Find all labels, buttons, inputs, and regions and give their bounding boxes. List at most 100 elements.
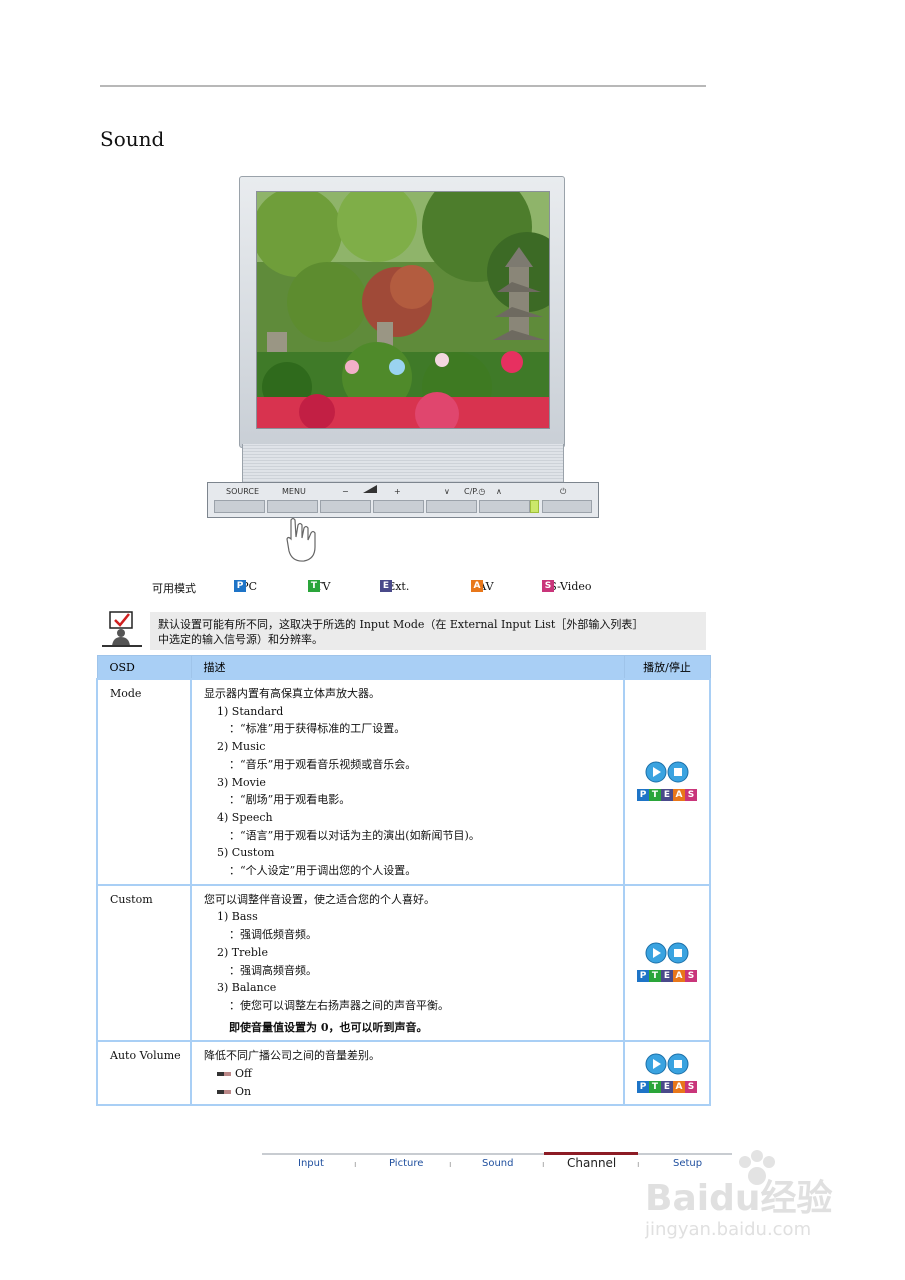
note-box: 默认设置可能有所不同，这取决于所选的 Input Mode（在 External…: [150, 612, 706, 650]
mode-badge-e: E: [661, 1080, 673, 1093]
mode-badge-s: S: [542, 580, 554, 592]
mode-ext: E : Ext.: [380, 580, 409, 593]
menu-button[interactable]: [267, 500, 318, 513]
setting-item: 2) Treble: [217, 945, 268, 959]
mode-badges: PTEAS: [625, 785, 709, 803]
setting-item: 4) Speech: [217, 810, 273, 824]
power-indicator-light: [530, 500, 539, 513]
setting-detail: ：强调高频音频。: [229, 963, 317, 977]
volume-minus-label: −: [342, 487, 349, 496]
setting-item: 5) Custom: [217, 846, 275, 860]
setting-item: 3) Balance: [217, 981, 277, 995]
note-line-2: 中选定的输入信号源）和分辨率。: [158, 633, 323, 646]
mode-badge-a: A: [673, 789, 685, 802]
menu-label: MENU: [282, 487, 306, 496]
description-cell: 您可以调整伴音设置，使之适合您的个人喜好。 1) Bass ：强调低频音频。 2) T…: [190, 883, 625, 1043]
svg-text:jingyan.baidu.com: jingyan.baidu.com: [645, 1219, 811, 1240]
volume-ramp-icon: [363, 485, 377, 496]
option-bullet-icon: [217, 1089, 231, 1094]
mode-badge-t: T: [308, 580, 320, 592]
monitor-status-leds: [470, 439, 540, 453]
setting-detail: ：使您可以调整左右扬声器之间的声音平衡。: [229, 998, 449, 1012]
note-line-1: 默认设置可能有所不同，这取决于所选的 Input Mode（在 External…: [158, 618, 644, 631]
setting-detail: ：“标准”用于获得标准的工厂设置。: [229, 722, 406, 736]
setting-detail: ：“音乐”用于观看音乐视频或音乐会。: [229, 757, 417, 771]
mode-badge-s: S: [685, 970, 697, 983]
channel-down-label: ∨: [444, 487, 450, 496]
description-intro: 您可以调整伴音设置，使之适合您的个人喜好。: [204, 892, 435, 906]
description-intro: 降低不同广播公司之间的音量差别。: [204, 1049, 380, 1063]
description-cell: 显示器内置有高保真立体声放大器。 1) Standard ：“标准”用于获得标准的工…: [190, 678, 625, 886]
nav-channel[interactable]: Channel: [567, 1156, 616, 1170]
nav-selected-marker: [544, 1152, 638, 1155]
mode-badge-t: T: [649, 789, 661, 802]
play-button-icon[interactable]: [642, 942, 692, 964]
nav-input[interactable]: Input: [298, 1158, 324, 1169]
note-icon: [100, 610, 144, 652]
play-stop-controls: PTEAS: [625, 1053, 709, 1095]
setting-item: 2) Music: [217, 740, 266, 754]
mode-badge-a: A: [471, 580, 483, 592]
mode-badge-t: T: [649, 970, 661, 983]
mode-badge-e: E: [661, 970, 673, 983]
mode-badge-a: A: [673, 970, 685, 983]
option-item: On: [204, 1083, 617, 1101]
mode-badge-a: A: [673, 1080, 685, 1093]
modes-label: 可用模式: [152, 582, 196, 595]
mode-pc: P : PC: [234, 580, 257, 593]
top-rule: [100, 85, 706, 87]
osd-cell: Mode: [96, 678, 192, 886]
header-osd: OSD: [96, 655, 192, 680]
setting-item: 1) Bass: [217, 910, 258, 924]
svg-text:Baidu经验: Baidu经验: [645, 1178, 832, 1219]
table-row: Custom 您可以调整伴音设置，使之适合您的个人喜好。 1) Bass ：强调低频音…: [96, 883, 711, 1043]
nav-separator: ı: [449, 1160, 452, 1170]
nav-separator: ı: [637, 1160, 640, 1170]
speaker-grille: [242, 444, 564, 483]
description-cell: 降低不同广播公司之间的音量差别。 Off On: [190, 1040, 625, 1107]
sound-settings-table: OSD 描述 播放/停止 Mode 显示器内置有高保真立体声放大器。 1) Stan…: [96, 655, 711, 1107]
play-stop-cell: PTEAS: [623, 1040, 711, 1107]
channel-up-button[interactable]: [479, 500, 530, 513]
mode-badge-p: P: [637, 970, 649, 983]
play-button-icon[interactable]: [642, 761, 692, 783]
play-stop-controls: PTEAS: [625, 942, 709, 984]
monitor-illustration: [239, 176, 565, 453]
option-bullet-icon: [217, 1072, 231, 1077]
mode-badge-s: S: [685, 789, 697, 802]
osd-cell: Auto Volume: [96, 1040, 192, 1107]
power-button[interactable]: [542, 500, 592, 513]
mode-av: A : AV: [471, 580, 494, 593]
header-description: 描述: [190, 655, 625, 680]
volume-up-button[interactable]: [373, 500, 424, 513]
mode-badge-p: P: [637, 789, 649, 802]
channel-down-button[interactable]: [426, 500, 477, 513]
setting-detail: ：“剧场”用于观看电影。: [229, 793, 351, 807]
cp-label: C/P.◷: [464, 487, 486, 496]
mode-badge-p: P: [234, 580, 246, 592]
setting-detail: ：“个人设定”用于调出您的个人设置。: [229, 864, 417, 878]
page-title: Sound: [100, 127, 165, 151]
setting-item: 1) Standard: [217, 704, 284, 718]
monitor-screen-image: [256, 191, 550, 429]
nav-separator: ı: [542, 1160, 545, 1170]
volume-down-button[interactable]: [320, 500, 371, 513]
description-intro: 显示器内置有高保真立体声放大器。: [204, 687, 380, 700]
setting-detail: ：“语言”用于观看以对话为主的演出(如新闻节目)。: [229, 828, 480, 842]
play-button-icon[interactable]: [642, 1053, 692, 1075]
nav-sound[interactable]: Sound: [482, 1158, 514, 1169]
mode-svideo: S : S-Video: [542, 580, 592, 593]
emphasis-note: 即使音量值设置为 0，也可以听到声音。: [229, 1020, 428, 1034]
mode-badges: PTEAS: [625, 1077, 709, 1095]
setting-detail: ：强调低频音频。: [229, 928, 317, 942]
osd-cell: Custom: [96, 883, 192, 1043]
setting-item: 3) Movie: [217, 775, 266, 789]
mode-badge-e: E: [380, 580, 392, 592]
nav-separator: ı: [354, 1160, 357, 1170]
source-button[interactable]: [214, 500, 265, 513]
channel-up-label: ∧: [496, 487, 502, 496]
mode-tv: T : TV: [308, 580, 330, 593]
option-item: Off: [204, 1065, 617, 1083]
control-panel: SOURCE MENU − + ∨ C/P.◷ ∧ ⏻: [207, 482, 599, 518]
nav-picture[interactable]: Picture: [389, 1158, 423, 1169]
